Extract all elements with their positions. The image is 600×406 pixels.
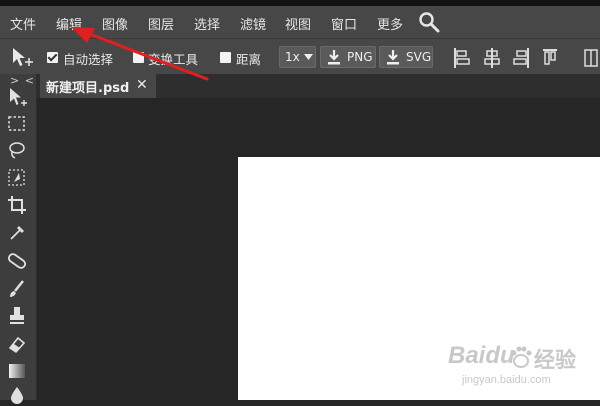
export-svg-button[interactable]: SVG xyxy=(379,46,433,68)
watermark-cn: 经验 xyxy=(534,349,576,372)
baidu-watermark: Baidu 经验 jingyan.baidu.com xyxy=(448,340,598,400)
align-distribute-icon[interactable] xyxy=(582,48,600,68)
png-label: PNG xyxy=(347,50,373,64)
download-icon xyxy=(387,49,399,64)
menu-select[interactable]: 选择 xyxy=(194,14,220,33)
quick-select-tool-icon[interactable] xyxy=(5,167,29,189)
zoom-select[interactable]: 1x xyxy=(279,46,316,68)
export-png-button[interactable]: PNG xyxy=(320,46,376,68)
blur-tool-icon[interactable] xyxy=(5,384,29,406)
lasso-tool-icon[interactable] xyxy=(5,140,29,162)
watermark-brand: Baidu xyxy=(448,342,515,369)
watermark-url: jingyan.baidu.com xyxy=(462,374,551,386)
align-center-icon[interactable] xyxy=(483,48,501,68)
stamp-tool-icon[interactable] xyxy=(5,305,29,327)
menu-layer[interactable]: 图层 xyxy=(148,14,174,33)
gradient-tool-icon[interactable] xyxy=(5,360,29,382)
download-icon xyxy=(328,49,340,64)
paw-icon xyxy=(511,346,532,368)
zoom-value: 1x xyxy=(285,50,300,64)
menu-view[interactable]: 视图 xyxy=(285,14,311,33)
menu-window[interactable]: 窗口 xyxy=(331,14,357,33)
search-icon[interactable] xyxy=(418,11,440,33)
transform-checkbox[interactable] xyxy=(133,52,144,63)
eyedropper-tool-icon[interactable] xyxy=(5,221,29,243)
menu-image[interactable]: 图像 xyxy=(102,14,128,33)
distance-label: 距离 xyxy=(236,52,262,67)
menu-file[interactable]: 文件 xyxy=(10,14,36,33)
options-toolbar: 自动选择 变换工具 距离 1x PNG SVG xyxy=(0,38,600,75)
menu-bar: 文件 编辑 图像 图层 选择 滤镜 视图 窗口 更多 xyxy=(0,6,600,38)
document-tab-bar: 新建项目.psd ✕ xyxy=(37,74,600,98)
healing-brush-tool-icon[interactable] xyxy=(5,250,29,272)
menu-edit[interactable]: 编辑 xyxy=(56,14,82,33)
brush-tool-icon[interactable] xyxy=(5,278,29,300)
distance-checkbox[interactable] xyxy=(220,52,231,63)
menu-filter[interactable]: 滤镜 xyxy=(240,14,266,33)
marquee-tool-icon[interactable] xyxy=(5,113,29,135)
align-right-icon[interactable] xyxy=(512,48,530,68)
chevron-down-icon xyxy=(303,54,313,60)
align-left-icon[interactable] xyxy=(453,48,471,68)
eraser-tool-icon[interactable] xyxy=(5,333,29,355)
move-tool-icon[interactable] xyxy=(10,46,36,68)
crop-tool-icon[interactable] xyxy=(5,194,29,216)
svg-label: SVG xyxy=(406,50,432,64)
close-icon[interactable]: ✕ xyxy=(136,77,148,93)
tools-sidebar: > < xyxy=(0,74,37,404)
auto-select-label: 自动选择 xyxy=(63,52,114,67)
tab-title: 新建项目.psd xyxy=(46,80,130,96)
align-top-icon[interactable] xyxy=(541,48,559,68)
menu-more[interactable]: 更多 xyxy=(377,14,403,33)
transform-label: 变换工具 xyxy=(148,52,199,67)
move-tool-icon[interactable] xyxy=(5,86,29,108)
auto-select-checkbox[interactable] xyxy=(47,52,58,63)
tab-document[interactable]: 新建项目.psd ✕ xyxy=(40,74,156,98)
